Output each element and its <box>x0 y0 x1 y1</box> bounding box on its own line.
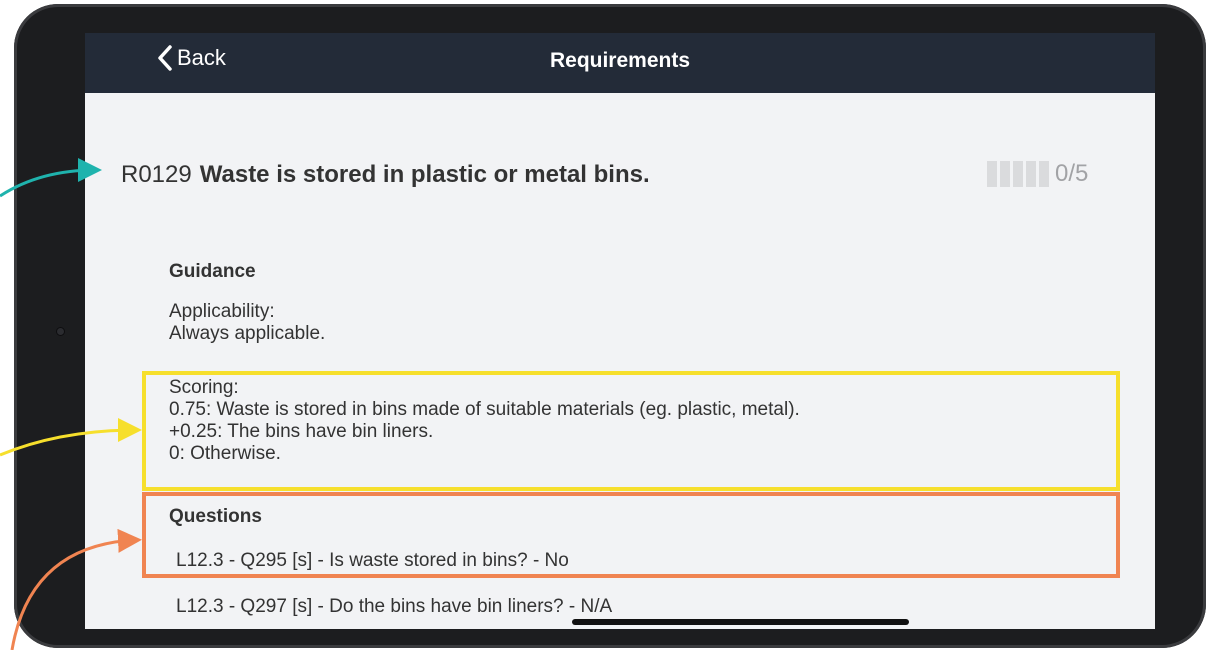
score-bar <box>1013 161 1023 187</box>
score-indicator: 0/5 <box>987 160 1088 188</box>
page-title: Requirements <box>549 49 691 72</box>
score-bars <box>987 161 1049 187</box>
applicability-text: Always applicable. <box>169 323 326 344</box>
score-bar <box>987 161 997 187</box>
requirement-title: Waste is stored in plastic or metal bins… <box>199 161 650 188</box>
question-item[interactable]: L12.3 - Q297 [s] - Do the bins have bin … <box>176 596 612 618</box>
navigation-bar: Back Requirements <box>85 33 1155 93</box>
applicability-block: Applicability: Always applicable. <box>169 301 325 345</box>
score-bar <box>1000 161 1010 187</box>
applicability-label: Applicability: <box>169 301 275 322</box>
scoring-highlight-box <box>142 371 1120 491</box>
home-indicator <box>572 619 909 625</box>
requirement-code: R0129 <box>121 161 192 188</box>
front-camera <box>57 328 64 335</box>
questions-highlight-box <box>142 492 1120 578</box>
score-bar <box>1039 161 1049 187</box>
score-bar <box>1026 161 1036 187</box>
guidance-heading: Guidance <box>169 261 256 282</box>
score-text: 0/5 <box>1055 160 1089 187</box>
requirement-header: R0129 Waste is stored in plastic or metal… <box>121 161 650 189</box>
